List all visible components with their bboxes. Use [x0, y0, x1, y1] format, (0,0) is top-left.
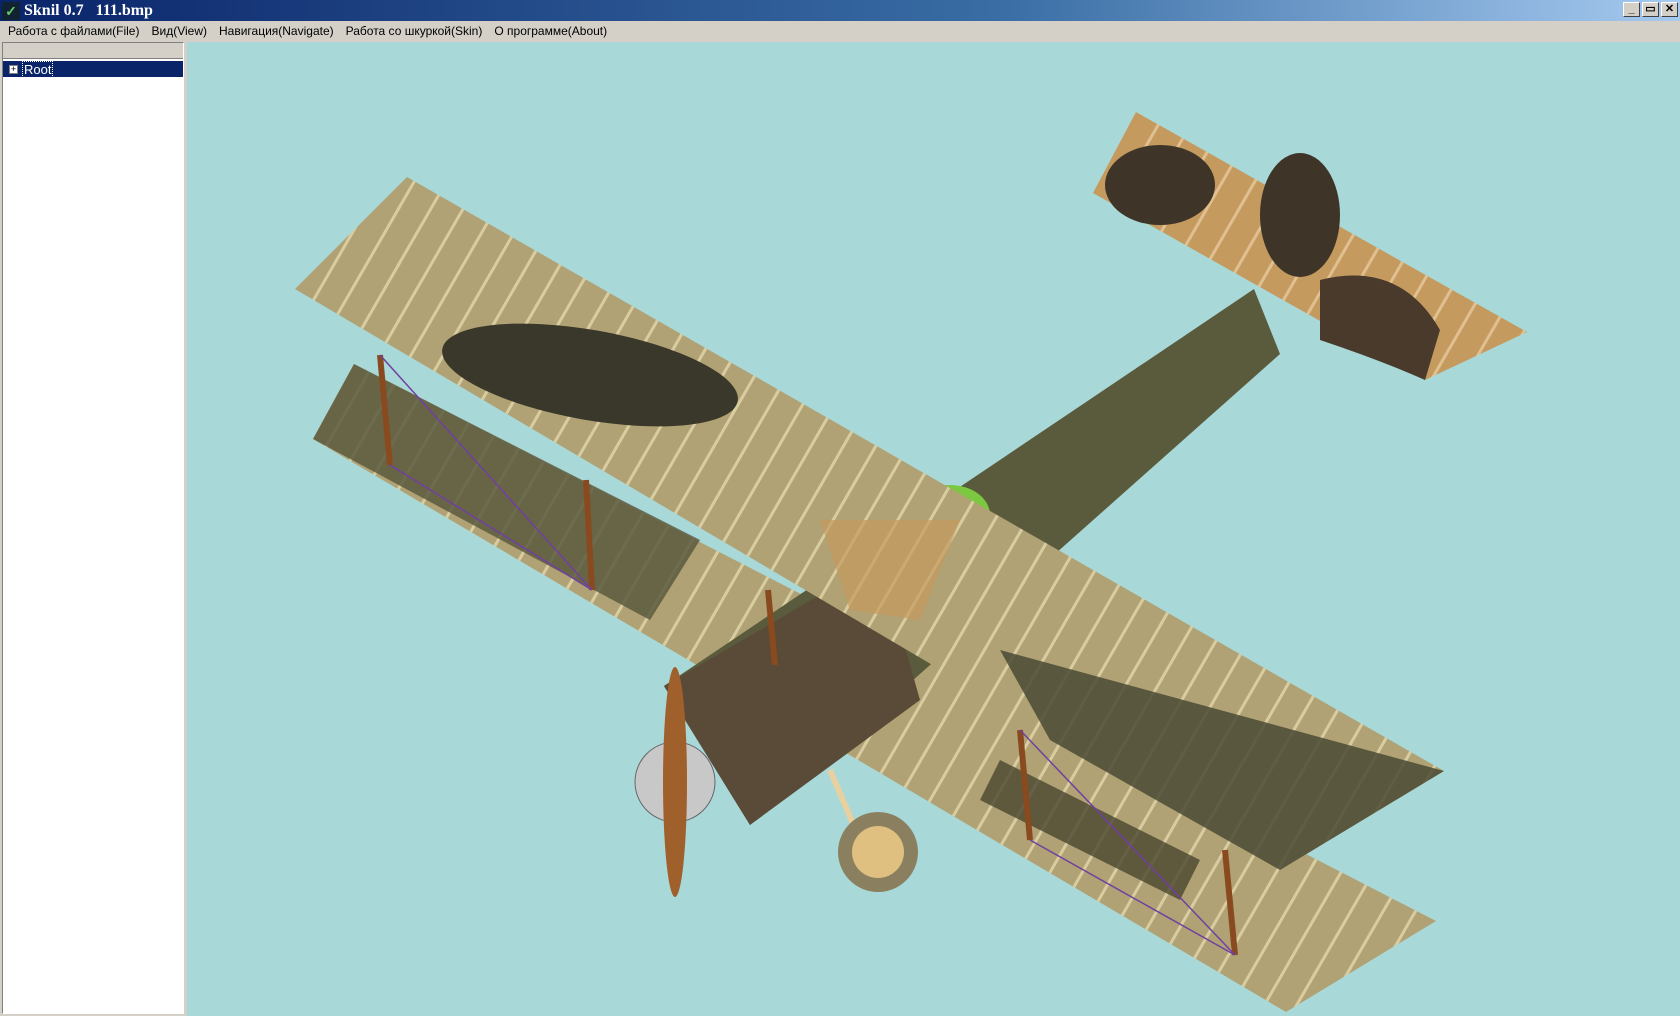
- tree-item-root[interactable]: + Root: [3, 60, 183, 78]
- title-bar: ✓ Sknil 0.7 111.bmp _ ▭ ✕: [0, 0, 1680, 21]
- tree-header: [3, 43, 183, 59]
- menu-view[interactable]: Вид(View): [145, 24, 213, 38]
- menu-skin[interactable]: Работа со шкуркой(Skin): [340, 24, 489, 38]
- restore-button[interactable]: ▭: [1642, 2, 1659, 17]
- menu-file[interactable]: Работа с файлами(File): [2, 24, 145, 38]
- tree-item-label: Root: [22, 60, 54, 78]
- menu-about[interactable]: О программе(About): [488, 24, 613, 38]
- model-tree[interactable]: + Root: [2, 42, 184, 1014]
- menu-bar: Работа с файлами(File) Вид(View) Навигац…: [0, 21, 1680, 41]
- app-icon: ✓: [2, 1, 20, 20]
- menu-navigate[interactable]: Навигация(Navigate): [213, 24, 340, 38]
- minimize-button[interactable]: _: [1623, 2, 1640, 17]
- close-button[interactable]: ✕: [1661, 2, 1678, 17]
- 3d-viewport[interactable]: [187, 42, 1680, 1016]
- landing-gear: [827, 768, 918, 892]
- aircraft-render: [295, 112, 1527, 1012]
- expand-icon[interactable]: +: [9, 64, 18, 74]
- tail: [1093, 112, 1527, 380]
- window-title: Sknil 0.7 111.bmp: [24, 1, 153, 19]
